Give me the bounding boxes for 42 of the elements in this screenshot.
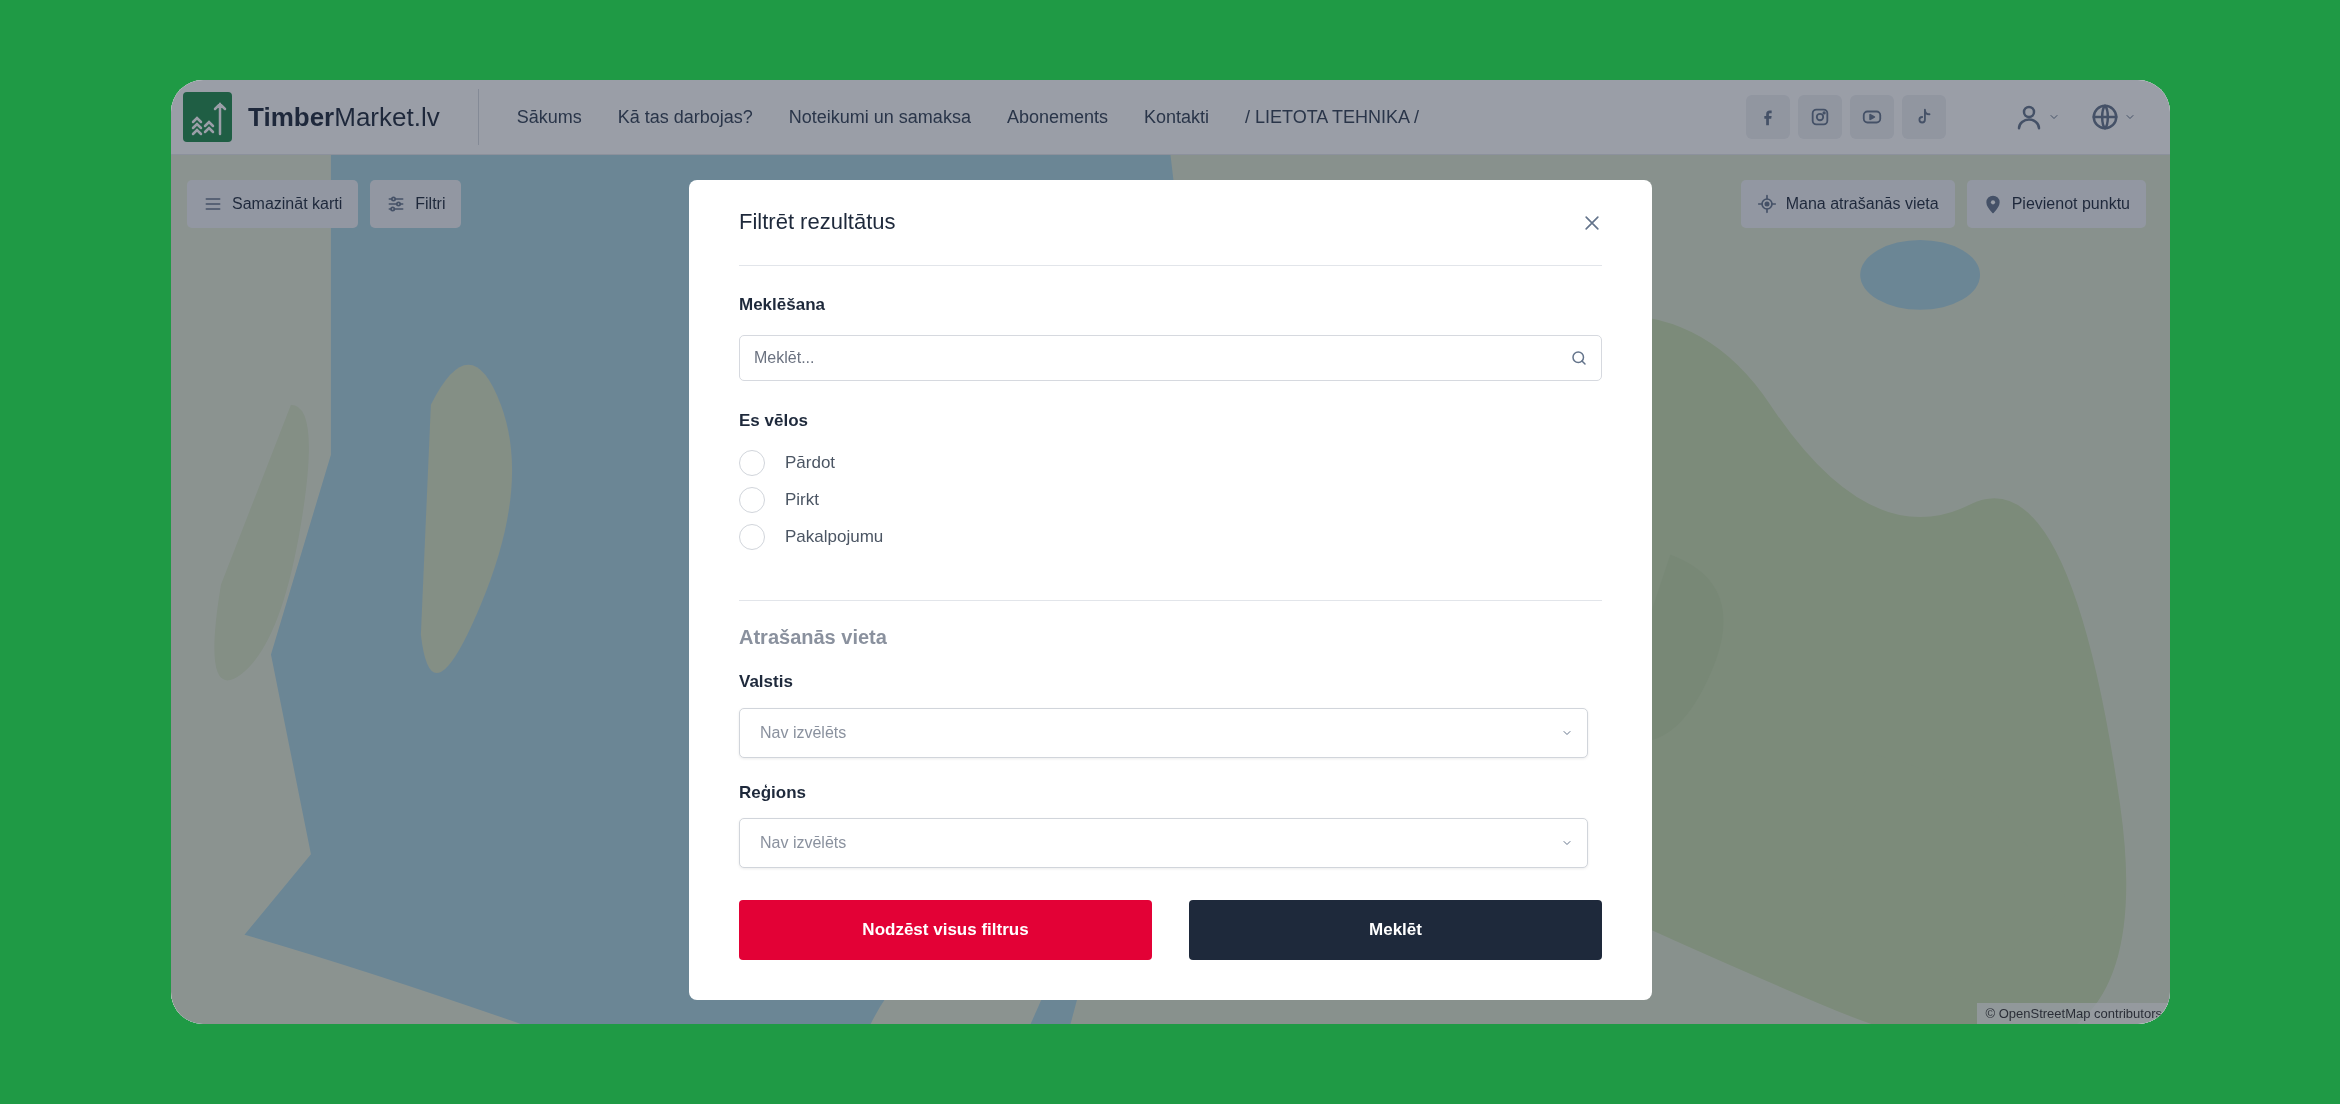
globe-icon [2090, 102, 2120, 132]
radio-button[interactable] [739, 486, 765, 513]
field-label: Valstis [739, 671, 794, 693]
search-icon [1570, 348, 1588, 367]
select-field[interactable]: Nav izvēlēts [739, 707, 1588, 758]
social-button[interactable] [1798, 95, 1842, 139]
language-menu[interactable] [2090, 102, 2136, 132]
radio-label: Pārdot [785, 451, 836, 474]
social-button[interactable] [1902, 95, 1946, 139]
social-button[interactable] [1850, 95, 1894, 139]
modal-title: Filtrēt rezultātus [739, 209, 896, 236]
attribution-link[interactable]: OpenStreetMap contributors [1998, 1005, 2162, 1021]
crosshair-icon [1756, 194, 1777, 214]
instagram-icon [1809, 106, 1831, 128]
nav-link[interactable]: Kā tas darbojas? [617, 103, 753, 131]
field-label: Meklēšana [739, 294, 826, 316]
field-label: Reģions [739, 781, 808, 804]
map-button[interactable]: Samazināt karti [187, 180, 359, 228]
copyright-sign: © [1985, 1005, 1996, 1021]
radio-label: Pirkt [785, 488, 819, 511]
select-field[interactable]: Nav izvēlēts [739, 818, 1588, 868]
map-button[interactable]: Pievienot punktu [1966, 180, 2146, 228]
select-placeholder: Nav izvēlēts [760, 722, 847, 743]
nav-link[interactable]: / LIETOTA TEHNIKA / [1245, 103, 1420, 131]
nav-link[interactable]: Noteikumi un samaksa [788, 103, 971, 131]
radio-label: Pakalpojumu [785, 525, 884, 548]
nav-link[interactable]: Kontakti [1143, 103, 1209, 131]
search-field[interactable]: Meklēt... [739, 334, 1602, 381]
map-button[interactable]: Filtri [370, 180, 462, 228]
select-placeholder: Nav izvēlēts [760, 833, 847, 853]
nav-link[interactable]: Abonements [1006, 103, 1108, 131]
field-label: Es vēlos [739, 409, 809, 432]
social-button[interactable] [1746, 95, 1790, 139]
logo-text[interactable]: TimberMarket.lv [248, 97, 440, 137]
radio-button[interactable] [739, 449, 765, 476]
logo-icon [183, 92, 232, 142]
section-heading: Atrašanās vieta [739, 625, 888, 649]
clear-filters-button[interactable]: Nodzēst visus filtrus [739, 900, 1152, 960]
search-button[interactable]: Meklēt [1189, 900, 1602, 960]
map-button[interactable]: Mana atrašanās vieta [1740, 180, 1955, 228]
nav-link[interactable]: Sākums [516, 103, 582, 131]
radio-button[interactable] [739, 523, 765, 550]
